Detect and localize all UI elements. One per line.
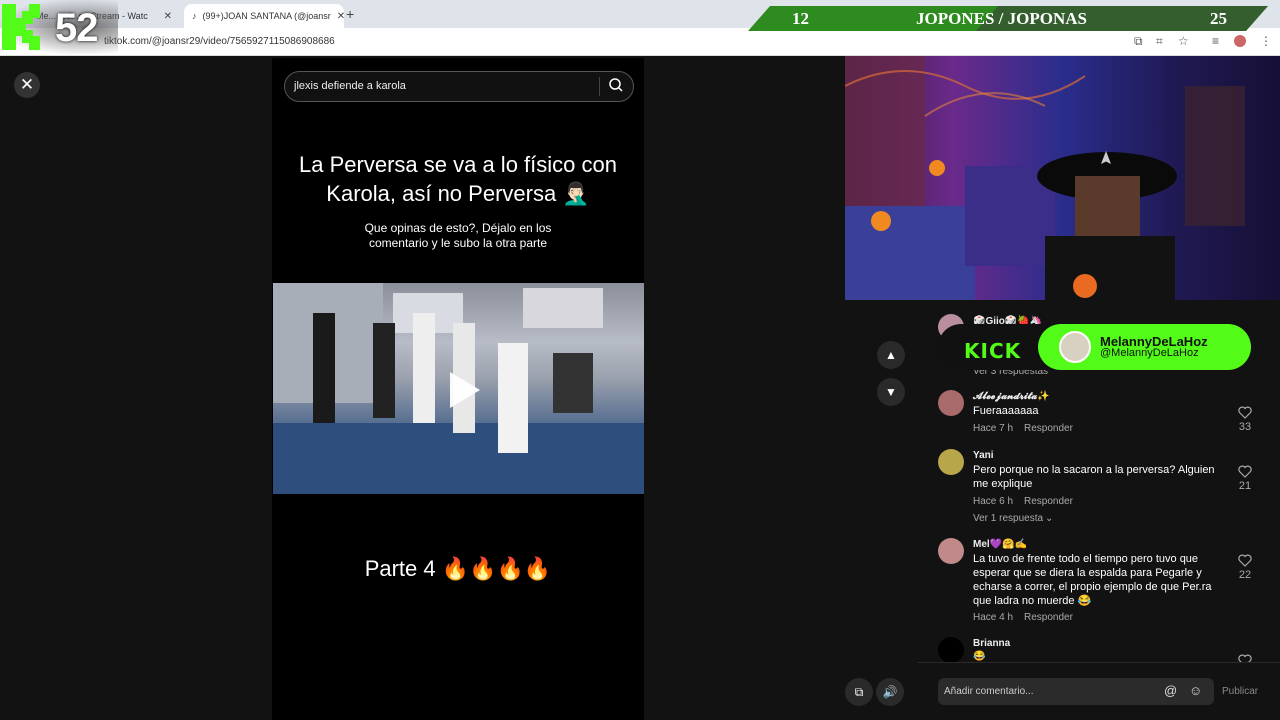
streamer-avatar xyxy=(1059,331,1091,363)
comment-author[interactable]: Mel💜🤗✍ xyxy=(973,539,1027,550)
comment-avatar[interactable] xyxy=(938,449,964,475)
chevron-down-icon: ▼ xyxy=(885,385,897,399)
url-field[interactable]: tiktok.com/@joansr29/video/7565927115086… xyxy=(104,36,335,47)
heart-icon xyxy=(1238,465,1252,478)
chevron-down-icon[interactable]: ⌄ xyxy=(1045,513,1053,524)
translate-icon[interactable]: ⌗ xyxy=(1156,34,1163,49)
comment-author[interactable]: Brianna xyxy=(973,638,1010,649)
comment-text: La tuvo de frente todo el tiempo pero tu… xyxy=(973,553,1212,607)
comment-text: Pero porque no la sacaron a la perversa?… xyxy=(973,464,1215,490)
profile-avatar[interactable] xyxy=(1234,35,1246,47)
close-tab-icon[interactable]: ✕ xyxy=(337,11,344,22)
close-icon: ✕ xyxy=(19,75,35,94)
tiktok-favicon-icon: ♪ xyxy=(192,11,197,21)
browser-tab-tiktok[interactable]: ♪ (99+)JOAN SANTANA (@joansr ✕ xyxy=(184,4,344,28)
comment-avatar[interactable] xyxy=(938,637,964,663)
comment-author[interactable]: 𝓐𝓵𝓮𝓮𝓳𝓪𝓷𝓭𝓻𝓲𝓽𝓪✨ xyxy=(973,391,1050,402)
comment-time: Hace 4 h xyxy=(973,612,1014,623)
view-replies-link[interactable]: Ver 1 respuesta xyxy=(973,513,1043,524)
comment-text: Fueraaaaaaa xyxy=(973,405,1039,417)
close-video-button[interactable]: ✕ xyxy=(14,72,40,98)
search-divider xyxy=(599,77,600,96)
search-icon[interactable] xyxy=(608,77,624,93)
tab-label: (99+)JOAN SANTANA (@joansr xyxy=(202,11,331,21)
like-count: 22 xyxy=(1238,569,1252,581)
next-video-button[interactable]: ▼ xyxy=(877,378,905,406)
chevron-up-icon: ▲ xyxy=(885,348,897,362)
pip-button[interactable]: ⧉ xyxy=(845,678,873,706)
kick-banner-logo: KICK xyxy=(964,339,1022,363)
comment-time: Hace 7 h xyxy=(973,423,1014,434)
video-part-label: Parte 4 🔥🔥🔥🔥 xyxy=(364,556,552,581)
streamer-handle: @MelannyDeLaHoz xyxy=(1100,347,1199,359)
comment-avatar[interactable] xyxy=(938,390,964,416)
mention-icon[interactable]: @ xyxy=(1164,683,1177,698)
score-title: JOPONES / JOPONAS xyxy=(916,9,1087,28)
close-tab-icon[interactable]: ✕ xyxy=(164,11,172,22)
kick-counter: 52 xyxy=(55,6,98,50)
heart-icon xyxy=(1238,554,1252,567)
bookmark-star-icon[interactable]: ☆ xyxy=(1178,34,1189,48)
reply-button[interactable]: Responder xyxy=(1024,423,1073,434)
left-backdrop xyxy=(0,58,272,720)
picture-in-picture-icon: ⧉ xyxy=(854,684,864,699)
volume-icon: 🔊 xyxy=(882,685,898,699)
post-comment-button[interactable]: Publicar xyxy=(1222,686,1258,697)
video-title: La Perversa se va a lo físico con Karola… xyxy=(299,152,617,206)
streamer-webcam xyxy=(845,56,1280,300)
reply-button[interactable]: Responder xyxy=(1024,496,1073,507)
like-button[interactable]: 22 xyxy=(1230,554,1260,581)
like-count: 21 xyxy=(1238,480,1252,492)
score-right: 25 xyxy=(1210,9,1227,28)
search-input[interactable]: jlexis defiende a karola xyxy=(294,80,406,92)
emoji-icon[interactable]: ☺ xyxy=(1189,683,1202,698)
video-subtitle: Que opinas de esto?, Déjalo en los comen… xyxy=(364,221,552,250)
like-button[interactable]: 33 xyxy=(1230,406,1260,433)
heart-icon xyxy=(1238,406,1252,419)
like-count: 33 xyxy=(1238,421,1252,433)
comment-author[interactable]: Yani xyxy=(973,450,994,461)
score-left: 12 xyxy=(792,9,809,28)
play-icon[interactable] xyxy=(442,370,482,410)
previous-video-button[interactable]: ▲ xyxy=(877,341,905,369)
comment-input-placeholder[interactable]: Añadir comentario... xyxy=(944,686,1034,697)
cast-icon[interactable]: ⧉ xyxy=(1134,34,1143,49)
media-control-icon[interactable]: ≡ xyxy=(1212,34,1219,48)
like-button[interactable]: 21 xyxy=(1230,465,1260,492)
comment-avatar[interactable] xyxy=(938,538,964,564)
comment-time: Hace 6 h xyxy=(973,496,1014,507)
webcam-scene xyxy=(845,56,1245,300)
reply-button[interactable]: Responder xyxy=(1024,612,1073,623)
kick-logo-icon xyxy=(2,4,40,50)
volume-button[interactable]: 🔊 xyxy=(876,678,904,706)
new-tab-button[interactable]: + xyxy=(346,6,354,22)
browser-menu-icon[interactable]: ⋮ xyxy=(1260,34,1272,48)
